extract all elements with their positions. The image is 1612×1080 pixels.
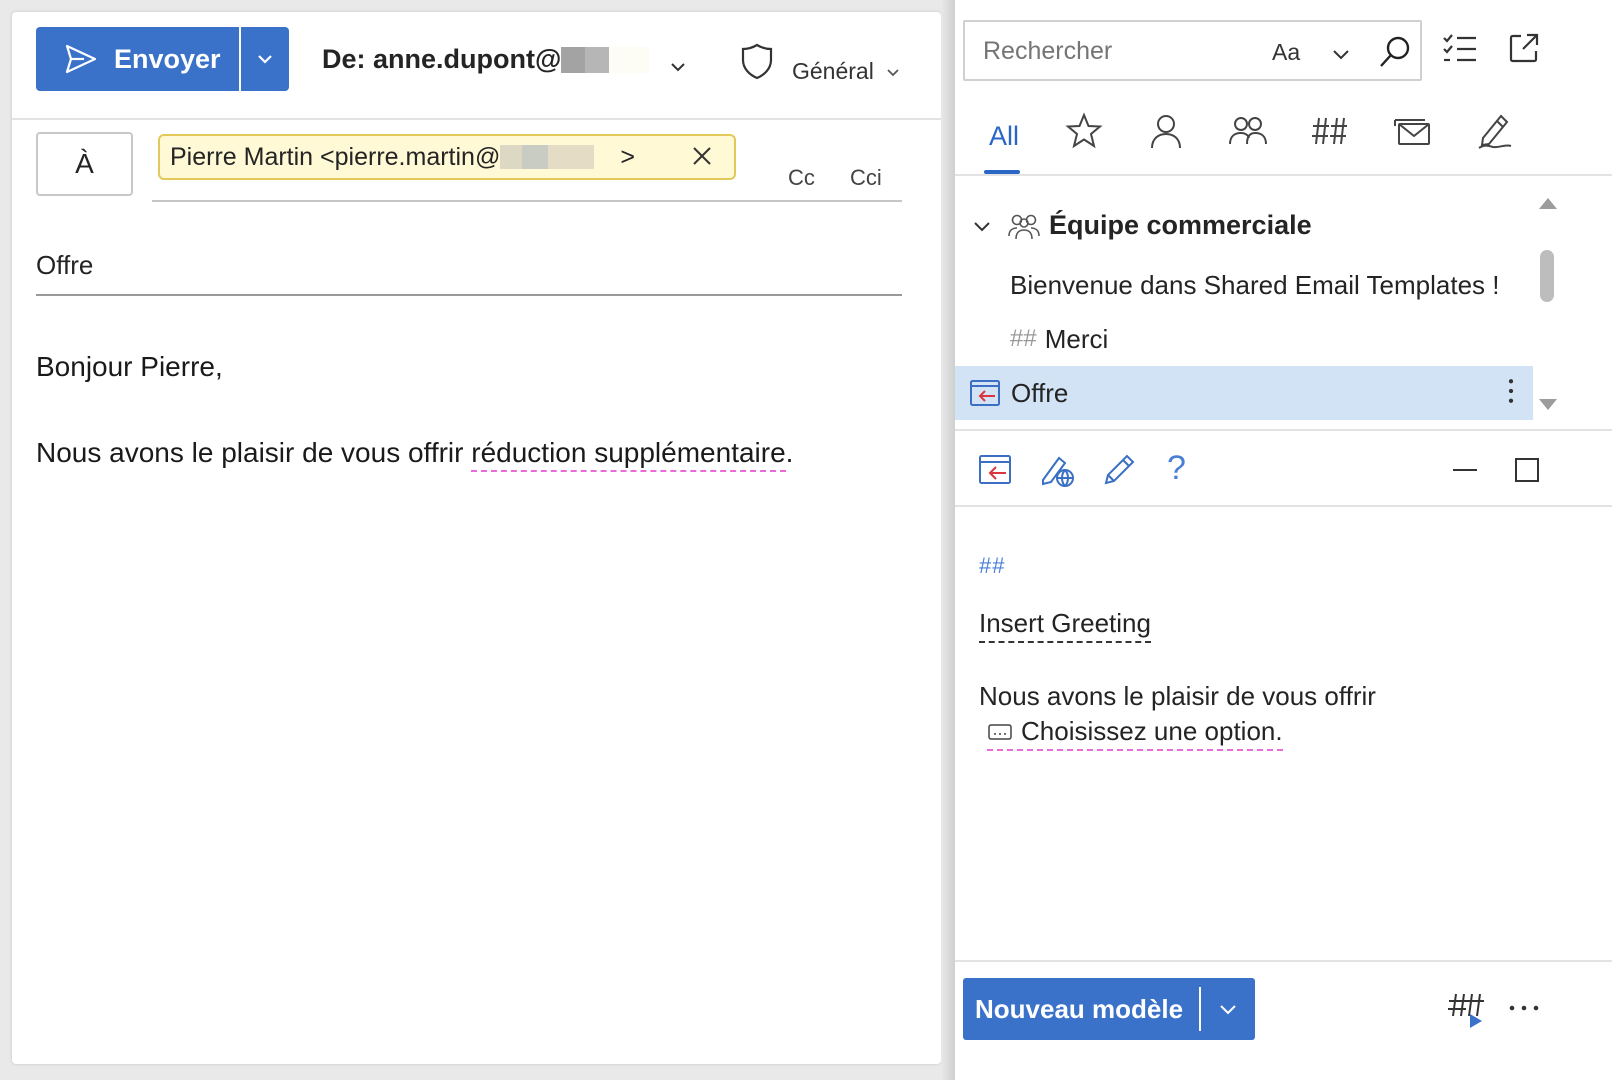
mail-stack-icon: [1394, 119, 1430, 145]
insert-template-icon: [970, 380, 1000, 406]
send-options-button[interactable]: [241, 27, 289, 91]
chevron-down-icon: [1220, 1005, 1236, 1015]
tab-macros[interactable]: [1311, 112, 1349, 172]
subject-underline: [36, 294, 902, 296]
send-button[interactable]: Envoyer: [36, 27, 239, 91]
search-icon[interactable]: [1377, 34, 1413, 70]
send-label: Envoyer: [114, 43, 221, 74]
preview-macro-tag: ##: [979, 553, 1006, 578]
template-item-selected[interactable]: Offre: [955, 366, 1533, 420]
redacted-domain: [585, 46, 610, 73]
from-label: De: anne.dupont@: [322, 44, 562, 74]
macro-run-icon[interactable]: [1446, 988, 1486, 1028]
spelling-flagged-text: réduction supplémentaire: [471, 437, 786, 472]
template-item[interactable]: Bienvenue dans Shared Email Templates !: [955, 258, 1533, 312]
hash-icon: [1312, 117, 1347, 145]
to-button[interactable]: À: [36, 132, 133, 196]
new-template-button-group: Nouveau modèle: [963, 978, 1255, 1040]
template-item[interactable]: ## Merci: [955, 312, 1533, 366]
template-name: Bienvenue dans Shared Email Templates !: [1010, 269, 1500, 300]
popout-icon[interactable]: [1507, 31, 1541, 65]
preview-greeting-macro: Insert Greeting: [979, 608, 1151, 643]
person-icon: [1151, 115, 1181, 149]
star-icon: [1065, 112, 1103, 149]
chevron-down-icon[interactable]: [667, 56, 689, 78]
sensitivity-label: Général: [792, 58, 874, 84]
close-icon[interactable]: [690, 144, 714, 168]
preview-dropdown-text: Choisissez une option.: [1021, 716, 1283, 746]
insert-template-icon[interactable]: [977, 452, 1013, 488]
template-group[interactable]: Équipe commerciale: [971, 210, 1312, 241]
help-icon[interactable]: ?: [1167, 449, 1203, 487]
chevron-down-icon: [974, 221, 990, 231]
pane-splitter: [941, 0, 955, 1080]
new-template-options-button[interactable]: [1201, 978, 1255, 1040]
search-box: Aa: [963, 20, 1422, 81]
send-icon: [65, 44, 97, 74]
search-input[interactable]: [983, 37, 1253, 66]
from-account[interactable]: De: anne.dupont@: [322, 44, 650, 75]
preview-dropdown-field: Choisissez une option.: [987, 716, 1283, 751]
divider: [955, 960, 1612, 962]
body-text: Nous avons le plaisir de vous offrir: [36, 437, 472, 468]
scroll-up-arrow[interactable]: [1538, 196, 1558, 210]
minimize-icon[interactable]: [1447, 452, 1483, 488]
recipient-pill[interactable]: Pierre Martin <pierre.martin@ >: [158, 134, 736, 180]
scrollbar-thumb[interactable]: [1540, 250, 1554, 302]
subject-field[interactable]: Offre: [36, 250, 93, 281]
redacted-domain: [500, 145, 523, 169]
divider: [955, 429, 1612, 431]
body-greeting[interactable]: Bonjour Pierre,: [36, 351, 223, 383]
app-window: Envoyer De: anne.dupont@ Général À Pierr…: [0, 0, 1612, 1080]
chevron-down-icon[interactable]: [1329, 42, 1353, 66]
shield-icon[interactable]: [740, 42, 774, 80]
more-vertical-icon[interactable]: [1495, 376, 1527, 406]
people-icon: [1008, 214, 1040, 239]
checklist-icon[interactable]: [1442, 31, 1478, 67]
tab-shared[interactable]: [1229, 112, 1267, 172]
compose-pane: Envoyer De: anne.dupont@ Général À Pierr…: [12, 12, 941, 1064]
body-paragraph[interactable]: Nous avons le plaisir de vous offrir réd…: [36, 437, 794, 472]
body-text-end: .: [785, 437, 794, 468]
templates-pane: Aa All: [955, 0, 1612, 1080]
people-icon: [1229, 117, 1267, 145]
pencil-icon[interactable]: [1101, 452, 1137, 488]
recipient-suffix: >: [620, 142, 635, 171]
tab-personal[interactable]: [1147, 112, 1185, 172]
bcc-button[interactable]: Cci: [850, 165, 882, 191]
tab-drafts[interactable]: [1393, 112, 1431, 172]
maximize-icon[interactable]: [1509, 452, 1545, 488]
redacted-domain: [548, 145, 595, 169]
send-button-group: Envoyer: [36, 27, 289, 91]
template-name: Merci: [1044, 323, 1109, 354]
template-name: Offre: [1011, 377, 1069, 408]
tab-signatures[interactable]: [1475, 112, 1513, 172]
tab-favorites[interactable]: [1065, 112, 1103, 172]
more-horizontal-icon[interactable]: [1507, 998, 1541, 1018]
scroll-down-arrow[interactable]: [1538, 398, 1558, 412]
web-edit-icon[interactable]: [1039, 452, 1075, 488]
signature-icon: [1478, 114, 1512, 149]
group-name: Équipe commerciale: [1049, 210, 1312, 240]
divider: [955, 505, 1612, 507]
macro-prefix: ##: [1010, 325, 1037, 352]
sensitivity-dropdown[interactable]: Général: [792, 58, 902, 85]
to-field-underline: [152, 200, 902, 202]
match-case-toggle[interactable]: Aa: [1272, 39, 1300, 66]
cc-button[interactable]: Cc: [788, 165, 815, 191]
dropdown-field-icon: [988, 723, 1012, 740]
preview-text: Nous avons le plaisir de vous offrir: [979, 681, 1376, 711]
chevron-down-icon: [258, 55, 272, 64]
chevron-down-icon: [887, 68, 899, 76]
new-template-button[interactable]: Nouveau modèle: [963, 978, 1199, 1040]
redacted-domain: [609, 46, 650, 73]
redacted-domain: [522, 145, 549, 169]
divider: [955, 174, 1612, 176]
recipient-text: Pierre Martin <pierre.martin@: [170, 142, 501, 171]
divider: [12, 118, 941, 120]
redacted-domain: [561, 46, 586, 73]
